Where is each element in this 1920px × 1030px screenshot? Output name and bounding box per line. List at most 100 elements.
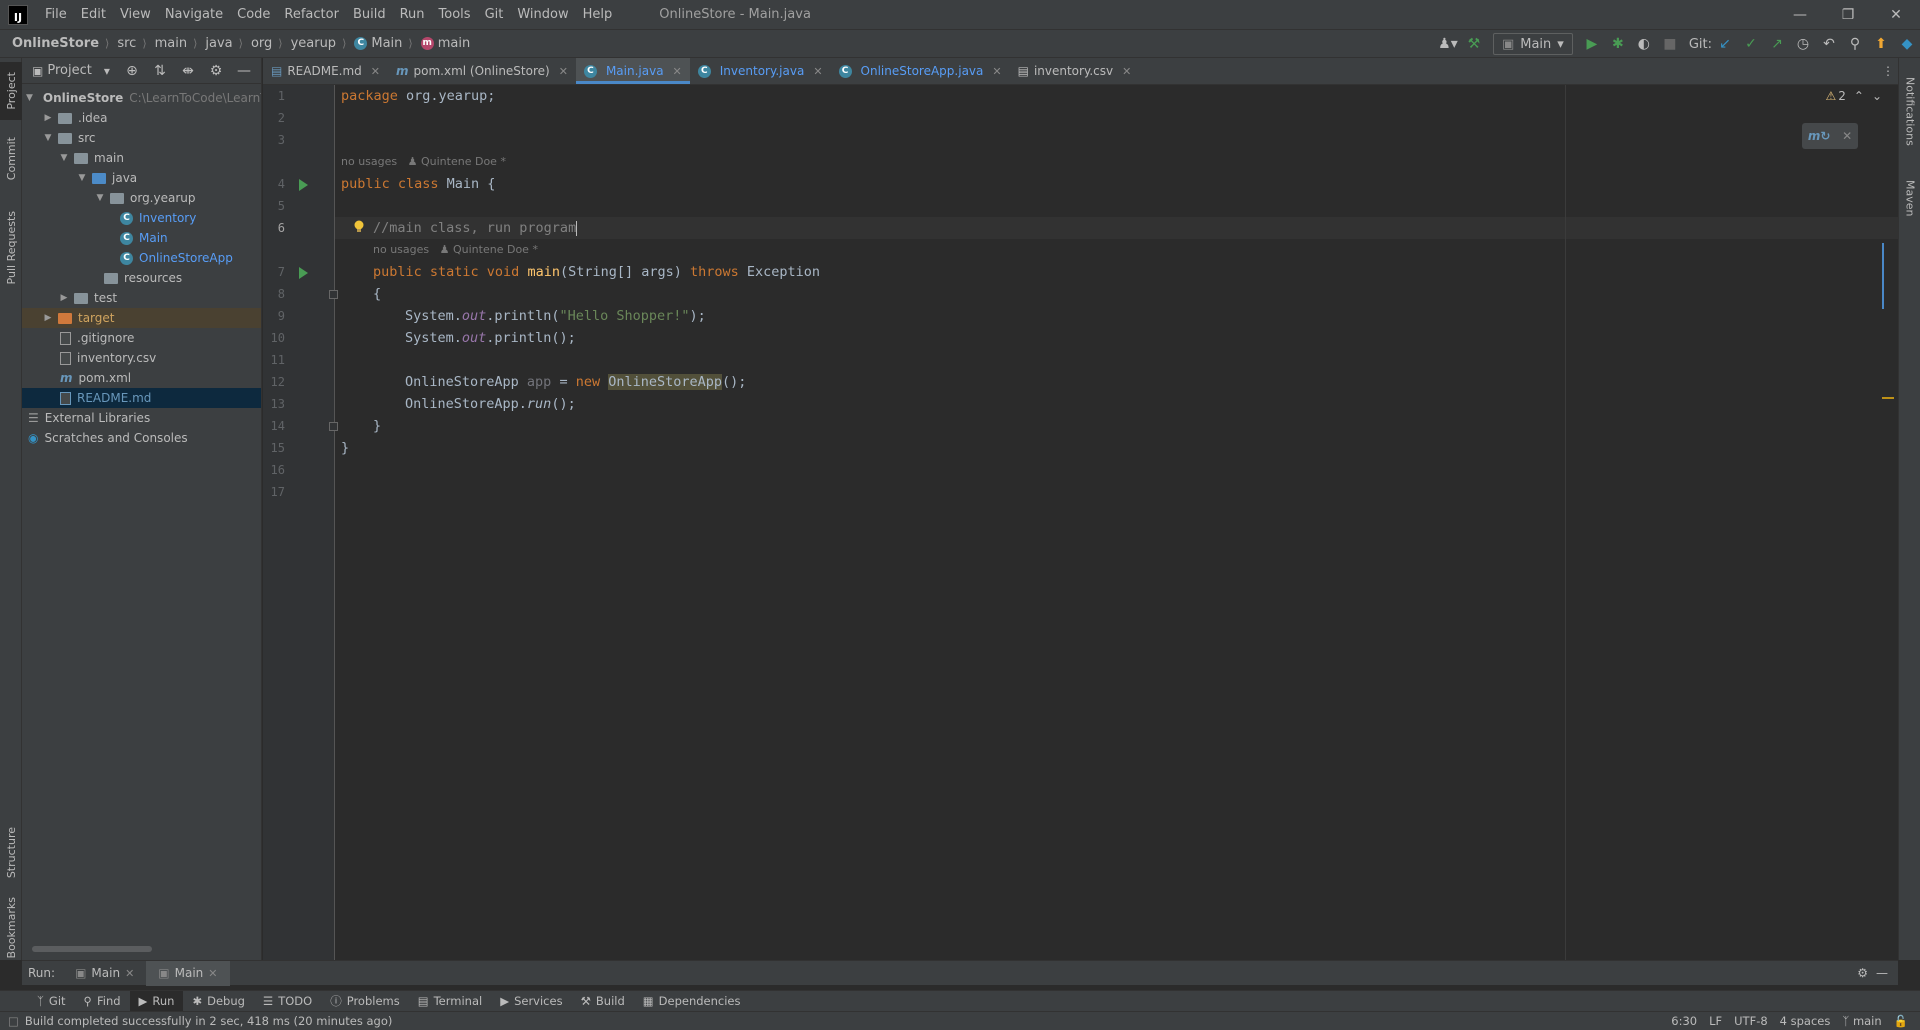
editor-gutter[interactable]: 1 2 3 4 5 6 7 8 9 10 11 12 13 14 15 16 1… [263,85,338,960]
horizontal-scrollbar[interactable] [32,946,152,952]
tree-item-inventory[interactable]: C Inventory [22,208,261,228]
menu-navigate[interactable]: Navigate [158,0,230,29]
chevron-down-icon[interactable]: ⌄ [1872,89,1882,103]
git-push-icon[interactable]: ↗ [1764,31,1790,57]
hide-panel-icon[interactable]: — [231,58,257,84]
warning-stripe-marker[interactable] [1882,397,1894,399]
menu-edit[interactable]: Edit [74,0,113,29]
tool-window-todo[interactable]: ☰ TODO [254,991,321,1012]
close-icon[interactable]: ✕ [1122,65,1131,78]
tree-item-pom-xml[interactable]: m pom.xml [22,368,261,388]
tab-main-java[interactable]: C Main.java ✕ [575,58,690,84]
tab-readme[interactable]: ▤ README.md ✕ [263,58,388,84]
close-icon[interactable]: ✕ [371,65,380,78]
close-icon[interactable]: ✕ [992,65,1001,78]
coverage-icon[interactable]: ◐ [1631,31,1657,57]
debug-icon[interactable]: ✱ [1605,31,1631,57]
breadcrumb-project[interactable]: OnlineStore [0,36,101,51]
lock-icon[interactable]: 🔓 [1894,1014,1908,1028]
breadcrumb-class-main[interactable]: C Main [346,36,404,51]
close-icon[interactable]: ✕ [559,65,568,78]
tool-window-services[interactable]: ▶ Services [491,991,571,1012]
menu-run[interactable]: Run [393,0,432,29]
tree-item-onlinestoreapp[interactable]: C OnlineStoreApp [22,248,261,268]
maven-reload-icon[interactable]: m↻ [1808,129,1831,143]
locate-icon[interactable]: ⊕ [119,58,145,84]
tool-window-debug[interactable]: ✱ Debug [183,991,253,1012]
tree-item-onlinestore[interactable]: ▼ OnlineStore C:\LearnToCode\LearnToC [22,88,261,108]
build-hammer-icon[interactable]: ⚒ [1461,31,1487,57]
tree-item-main[interactable]: ▼ main [22,148,261,168]
tree-item-inventory-csv[interactable]: inventory.csv [22,348,261,368]
tree-item-readme[interactable]: README.md [22,388,261,408]
tool-tab-notifications[interactable]: Notifications [1899,66,1920,156]
code-editor[interactable]: 1 2 3 4 5 6 7 8 9 10 11 12 13 14 15 16 1… [263,85,1898,960]
tool-tab-commit[interactable]: Commit [0,130,22,188]
breadcrumb-org[interactable]: org [243,36,274,51]
tool-tab-structure[interactable]: Structure [0,818,22,888]
tool-window-problems[interactable]: ⓘ Problems [321,991,409,1012]
tool-tab-maven[interactable]: Maven [1899,168,1920,228]
run-gutter-icon[interactable] [299,179,308,191]
menu-build[interactable]: Build [346,0,393,29]
code-vision-usages[interactable]: no usages ♟ Quintene Doe * [341,151,506,173]
menu-code[interactable]: Code [230,0,277,29]
close-icon[interactable]: ✕ [1842,129,1852,143]
tab-inventory-csv[interactable]: ▤ inventory.csv ✕ [1010,58,1140,84]
tree-item-scratches[interactable]: ◉ Scratches and Consoles [22,428,261,448]
tool-window-build[interactable]: ⚒ Build [572,991,634,1012]
user-icon[interactable]: ♟▾ [1435,31,1461,57]
tree-item-org-yearup[interactable]: ▼ org.yearup [22,188,261,208]
caret-position[interactable]: 6:30 [1671,1014,1697,1028]
indent-setting[interactable]: 4 spaces [1780,1014,1831,1028]
breadcrumb-method-main[interactable]: m main [413,36,472,51]
tab-pom-xml[interactable]: m pom.xml (OnlineStore) ✕ [388,58,576,84]
close-window-button[interactable]: ✕ [1872,0,1920,29]
chevron-down-icon[interactable]: ▼ [26,93,33,103]
tool-window-run[interactable]: ▶ Run [129,990,184,1012]
menu-window[interactable]: Window [510,0,575,29]
chevron-down-icon[interactable]: ▼ [58,153,70,163]
inspection-widget[interactable]: ⚠ 2 ⌃ ⌄ [1825,89,1882,103]
restore-button[interactable]: ❐ [1824,0,1872,29]
tool-tab-pull-requests[interactable]: Pull Requests [0,198,22,298]
menu-help[interactable]: Help [576,0,620,29]
run-configuration-dropdown[interactable]: ▣ Main ▾ [1492,33,1573,55]
tree-item-external-libraries[interactable]: ☰ External Libraries [22,408,261,428]
stop-icon[interactable]: ■ [1657,31,1683,57]
more-tabs-icon[interactable]: ⋮ [1878,58,1898,84]
git-commit-icon[interactable]: ✓ [1738,31,1764,57]
expand-all-icon[interactable]: ⇅ [147,58,173,84]
tree-item-src[interactable]: ▼ src [22,128,261,148]
collapse-all-icon[interactable]: ⇼ [175,58,201,84]
close-icon[interactable]: ✕ [125,967,134,980]
chevron-down-icon[interactable]: ▼ [94,193,106,203]
breadcrumb-java[interactable]: java [197,36,234,51]
fold-marker-icon[interactable] [329,290,338,299]
run-icon[interactable]: ▶ [1579,31,1605,57]
breadcrumb-src[interactable]: src [109,36,138,51]
menu-refactor[interactable]: Refactor [277,0,346,29]
tool-window-terminal[interactable]: ▤ Terminal [409,991,491,1012]
chevron-up-icon[interactable]: ⌃ [1854,89,1864,103]
chevron-right-icon[interactable]: ▶ [42,313,54,323]
line-separator[interactable]: LF [1709,1014,1722,1028]
tool-window-git[interactable]: ᛉ Git [28,991,75,1012]
close-icon[interactable]: ✕ [813,65,822,78]
code-area[interactable]: package org.yearup; no usages ♟ Quintene… [335,85,1898,960]
rollback-icon[interactable]: ↶ [1816,31,1842,57]
tree-item-gitignore[interactable]: .gitignore [22,328,261,348]
tool-tab-bookmarks[interactable]: Bookmarks [0,897,22,958]
gear-icon[interactable]: ⚙ [1857,966,1868,980]
status-message[interactable]: □ Build completed successfully in 2 sec,… [8,1014,392,1028]
plugin-icon[interactable]: ◆ [1894,31,1920,57]
close-icon[interactable]: ✕ [208,967,217,980]
project-view-selector[interactable]: Project [47,63,91,78]
tab-inventory-java[interactable]: C Inventory.java ✕ [690,58,831,84]
menu-tools[interactable]: Tools [432,0,478,29]
menu-git[interactable]: Git [478,0,511,29]
chevron-down-icon[interactable]: ▼ [76,173,88,183]
tree-item-idea[interactable]: ▶ .idea [22,108,261,128]
vertical-scrollbar[interactable] [1882,243,1884,309]
tab-onlinestoreapp-java[interactable]: C OnlineStoreApp.java ✕ [831,58,1010,84]
